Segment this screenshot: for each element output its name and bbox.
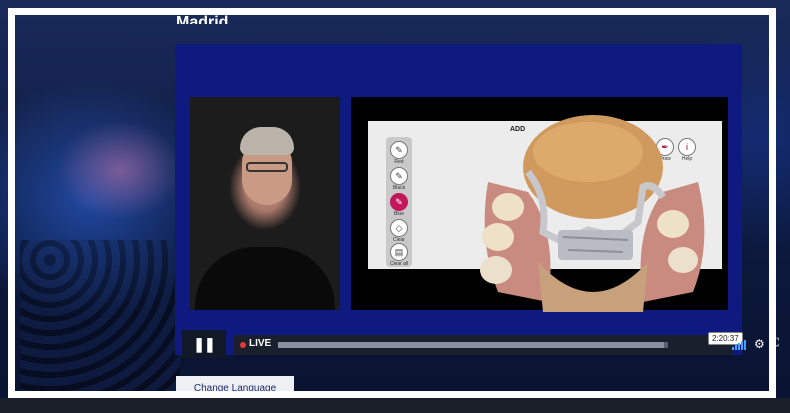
screenshot-frame <box>8 8 776 398</box>
bottom-band <box>0 398 790 413</box>
